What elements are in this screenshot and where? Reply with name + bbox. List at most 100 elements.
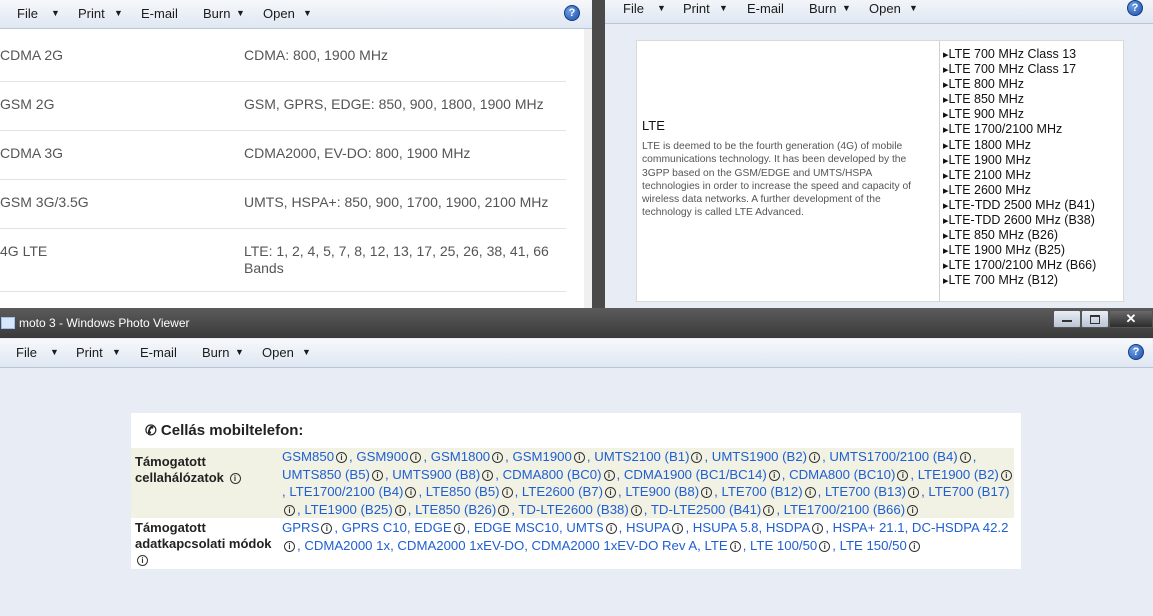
open-menu[interactable]: Open ▼ bbox=[262, 345, 311, 360]
info-icon[interactable]: i bbox=[908, 487, 920, 499]
info-icon[interactable]: i bbox=[573, 452, 585, 464]
spec-link[interactable]: LTE850 (B26) bbox=[415, 502, 496, 517]
info-icon[interactable]: i bbox=[768, 469, 780, 481]
info-icon[interactable]: i bbox=[336, 452, 348, 464]
print-menu[interactable]: Print ▼ bbox=[683, 1, 728, 16]
spec-link[interactable]: LTE1700/2100 (B66) bbox=[784, 502, 905, 517]
spec-link[interactable]: CDMA800 (BC0) bbox=[503, 467, 602, 482]
chevron-down-icon: ▼ bbox=[235, 347, 244, 357]
spec-link[interactable]: LTE850 (B5) bbox=[426, 484, 500, 499]
info-icon[interactable]: i bbox=[630, 504, 642, 516]
burn-menu[interactable]: Burn ▼ bbox=[809, 1, 851, 16]
spec-link[interactable]: LTE900 (B8) bbox=[625, 484, 699, 499]
spec-link[interactable]: LTE 100/50 bbox=[750, 538, 817, 553]
info-icon[interactable]: i bbox=[819, 540, 831, 552]
info-icon[interactable]: i bbox=[729, 540, 741, 552]
spec-link[interactable]: LTE2600 (B7) bbox=[522, 484, 603, 499]
spec-link[interactable]: LTE700 (B13) bbox=[825, 484, 906, 499]
spec-link[interactable]: CDMA2000 1x, CDMA2000 1xEV-DO, CDMA2000 … bbox=[304, 538, 727, 553]
email-menu[interactable]: E-mail bbox=[140, 345, 177, 360]
info-icon[interactable]: i bbox=[371, 469, 383, 481]
spec-link[interactable]: TD-LTE2600 (B38) bbox=[518, 502, 628, 517]
table-row: GSM 3G/3.5G UMTS, HSPA+: 850, 900, 1700, … bbox=[0, 180, 566, 229]
spec-link[interactable]: LTE700 (B17) bbox=[928, 484, 1009, 499]
spec-link[interactable]: TD-LTE2500 (B41) bbox=[651, 502, 761, 517]
spec-link[interactable]: UMTS2100 (B1) bbox=[594, 449, 689, 464]
info-icon[interactable]: i bbox=[405, 487, 417, 499]
spec-link[interactable]: LTE1700/2100 (B4) bbox=[289, 484, 403, 499]
spec-link[interactable]: GSM1800 bbox=[431, 449, 490, 464]
info-icon[interactable]: i bbox=[498, 504, 510, 516]
file-menu[interactable]: File ▼ bbox=[16, 345, 59, 360]
help-icon[interactable]: ? bbox=[1128, 344, 1144, 360]
print-menu[interactable]: Print ▼ bbox=[78, 6, 123, 21]
info-icon[interactable]: i bbox=[453, 523, 465, 535]
print-menu[interactable]: Print ▼ bbox=[76, 345, 121, 360]
email-menu[interactable]: E-mail bbox=[747, 1, 784, 16]
spec-link[interactable]: CDMA1900 (BC1/BC14) bbox=[624, 467, 767, 482]
spec-link[interactable]: LTE1900 (B2) bbox=[918, 467, 999, 482]
spec-link[interactable]: GPRS bbox=[282, 520, 319, 535]
info-icon[interactable]: i bbox=[284, 504, 295, 516]
info-icon[interactable]: i bbox=[763, 504, 775, 516]
close-button[interactable]: ✕ bbox=[1109, 310, 1153, 328]
info-icon[interactable]: i bbox=[284, 540, 295, 552]
info-icon[interactable]: i bbox=[701, 487, 713, 499]
lte-title: LTE bbox=[642, 118, 665, 133]
spec-link[interactable]: HSPA+ 21.1, DC-HSDPA 42.2 bbox=[833, 520, 1009, 535]
lte-panel: LTE LTE is deemed to be the fourth gener… bbox=[636, 40, 1124, 302]
spec-link[interactable]: GSM1900 bbox=[512, 449, 571, 464]
info-icon[interactable]: i bbox=[605, 487, 617, 499]
spec-link[interactable]: GPRS C10, EDGE bbox=[342, 520, 452, 535]
info-icon[interactable]: i bbox=[959, 452, 971, 464]
info-icon[interactable]: i bbox=[672, 523, 684, 535]
info-icon[interactable]: i bbox=[501, 487, 513, 499]
info-icon[interactable]: i bbox=[321, 523, 333, 535]
spec-link[interactable]: GSM850 bbox=[282, 449, 334, 464]
burn-menu[interactable]: Burn ▼ bbox=[202, 345, 244, 360]
spec-link[interactable]: GSM900 bbox=[356, 449, 408, 464]
vertical-scrollbar[interactable] bbox=[584, 29, 592, 308]
info-icon[interactable]: i bbox=[804, 487, 816, 499]
info-icon[interactable]: i bbox=[1000, 469, 1012, 481]
spec-link[interactable]: LTE1900 (B25) bbox=[304, 502, 392, 517]
email-menu[interactable]: E-mail bbox=[141, 6, 178, 21]
bands-cell: CDMA2000, EV-DO: 800, 1900 MHz bbox=[244, 145, 471, 161]
minimize-button[interactable] bbox=[1053, 310, 1081, 328]
info-icon[interactable]: i bbox=[394, 504, 406, 516]
tech-cell: GSM 2G bbox=[0, 96, 55, 112]
maximize-button[interactable] bbox=[1081, 310, 1109, 328]
info-icon[interactable]: i bbox=[603, 469, 615, 481]
spec-link[interactable]: CDMA800 (BC10) bbox=[789, 467, 895, 482]
info-icon[interactable]: i bbox=[137, 555, 148, 567]
spec-link[interactable]: LTE700 (B12) bbox=[721, 484, 802, 499]
info-icon[interactable]: i bbox=[908, 540, 920, 552]
spec-link[interactable]: HSUPA 5.8, HSDPA bbox=[693, 520, 811, 535]
spec-link[interactable]: UMTS1700/2100 (B4) bbox=[829, 449, 957, 464]
info-icon[interactable]: i bbox=[492, 452, 504, 464]
spec-link[interactable]: UMTS850 (B5) bbox=[282, 467, 370, 482]
spec-link[interactable]: LTE 150/50 bbox=[840, 538, 907, 553]
spec-link[interactable]: UMTS900 (B8) bbox=[392, 467, 480, 482]
info-icon[interactable]: i bbox=[605, 523, 617, 535]
info-icon[interactable]: i bbox=[897, 469, 909, 481]
info-icon[interactable]: i bbox=[907, 504, 919, 516]
spec-link[interactable]: HSUPA bbox=[626, 520, 670, 535]
file-menu[interactable]: File ▼ bbox=[17, 6, 60, 21]
info-icon[interactable]: i bbox=[482, 469, 494, 481]
file-menu[interactable]: File ▼ bbox=[623, 1, 666, 16]
help-icon[interactable]: ? bbox=[564, 5, 580, 21]
help-icon[interactable]: ? bbox=[1127, 0, 1143, 16]
spec-link[interactable]: EDGE MSC10, UMTS bbox=[474, 520, 604, 535]
info-icon[interactable]: i bbox=[410, 452, 422, 464]
chevron-down-icon: ▼ bbox=[719, 3, 728, 13]
open-menu[interactable]: Open ▼ bbox=[869, 1, 918, 16]
burn-menu[interactable]: Burn ▼ bbox=[203, 6, 245, 21]
info-icon[interactable]: i bbox=[809, 452, 821, 464]
spec-link[interactable]: UMTS1900 (B2) bbox=[712, 449, 807, 464]
info-icon[interactable]: i bbox=[229, 473, 241, 485]
open-menu[interactable]: Open ▼ bbox=[263, 6, 312, 21]
info-icon[interactable]: i bbox=[812, 523, 824, 535]
photo-content: ✆ Cellás mobiltelefon: Támogatott cellah… bbox=[131, 413, 1021, 569]
info-icon[interactable]: i bbox=[691, 452, 703, 464]
